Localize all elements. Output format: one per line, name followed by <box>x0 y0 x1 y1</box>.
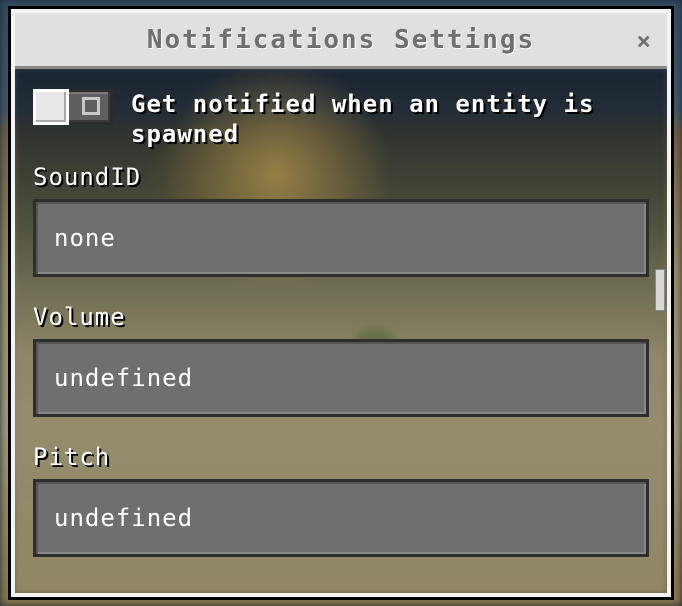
titlebar: Notifications Settings × <box>15 13 667 69</box>
soundid-label: SoundID <box>33 163 649 191</box>
toggle-off-indicator-icon <box>82 97 100 115</box>
volume-label: Volume <box>33 303 649 331</box>
scrollbar-thumb[interactable] <box>655 269 665 311</box>
settings-window: Notifications Settings × Get notified wh… <box>11 9 671 597</box>
pitch-input[interactable] <box>33 479 649 557</box>
soundid-input[interactable] <box>33 199 649 277</box>
entity-spawn-toggle-row: Get notified when an entity is spawned <box>33 89 649 149</box>
close-icon[interactable]: × <box>637 27 651 55</box>
window-title: Notifications Settings <box>147 25 535 55</box>
scrollbar-track[interactable] <box>655 69 665 593</box>
toggle-knob <box>33 89 69 125</box>
window-body: Get notified when an entity is spawned S… <box>15 69 667 593</box>
entity-spawn-toggle[interactable] <box>33 89 113 125</box>
entity-spawn-toggle-label: Get notified when an entity is spawned <box>131 89 611 149</box>
content: Get notified when an entity is spawned S… <box>33 89 649 575</box>
pitch-label: Pitch <box>33 443 649 471</box>
volume-input[interactable] <box>33 339 649 417</box>
